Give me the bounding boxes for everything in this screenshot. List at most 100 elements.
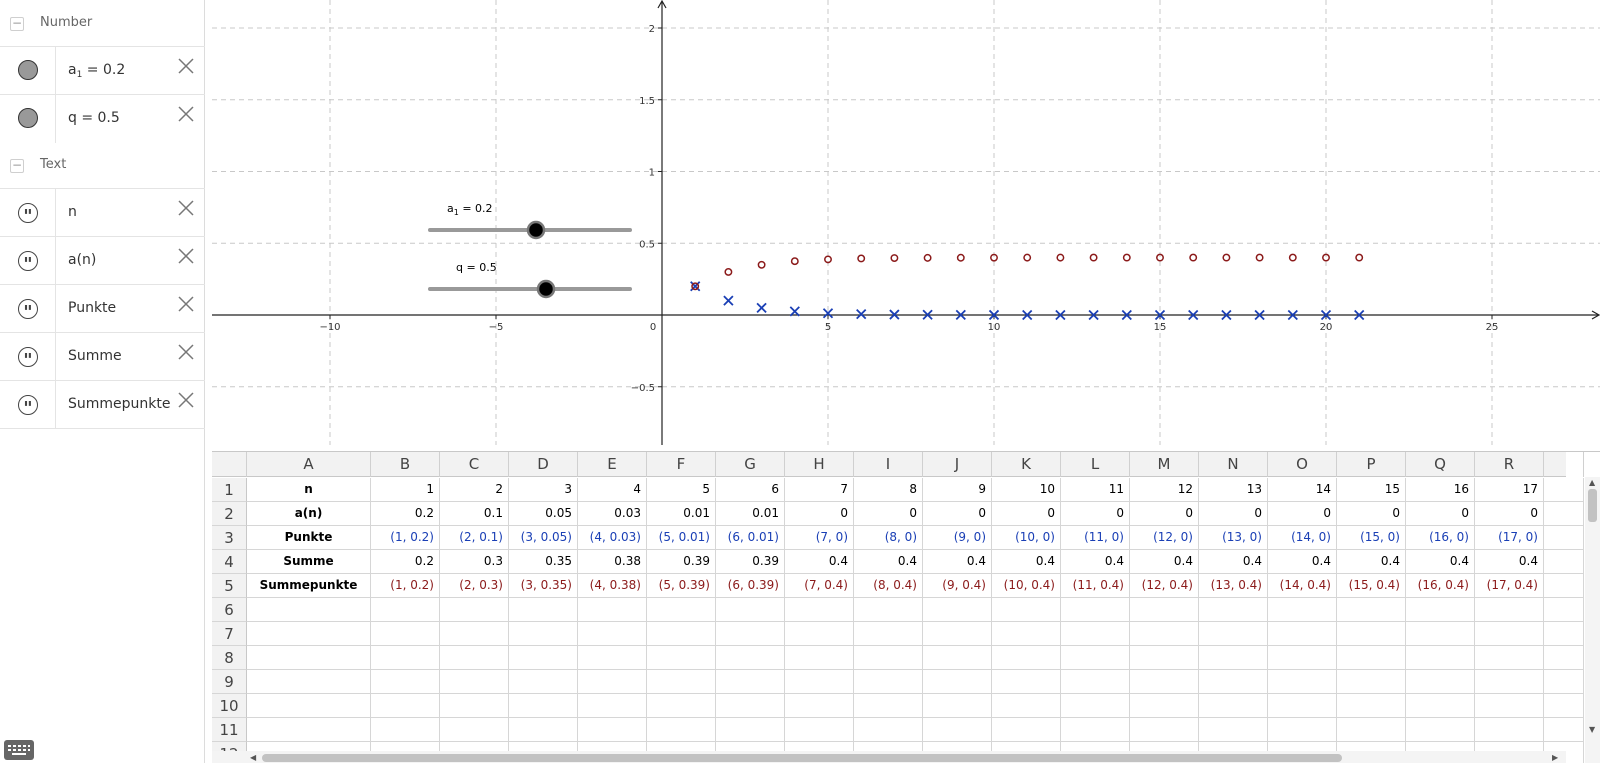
column-header-d[interactable]: D — [509, 452, 578, 477]
cell-p8[interactable] — [1337, 646, 1406, 670]
cell-f10[interactable] — [647, 694, 716, 718]
summepunkte-point[interactable] — [1023, 253, 1032, 262]
cell-q3[interactable]: (16, 0) — [1406, 526, 1475, 550]
cell-p1[interactable]: 15 — [1337, 478, 1406, 502]
cell-q5[interactable]: (16, 0.4) — [1406, 574, 1475, 598]
cell-p5[interactable]: (15, 0.4) — [1337, 574, 1406, 598]
av-item-a[interactable]: a1 = 0.2 — [0, 46, 205, 95]
cell-b3[interactable]: (1, 0.2) — [371, 526, 440, 550]
cell-k2[interactable]: 0 — [992, 502, 1061, 526]
cell-m11[interactable] — [1130, 718, 1199, 742]
column-header-k[interactable]: K — [992, 452, 1061, 477]
cell-e6[interactable] — [578, 598, 647, 622]
cell-b7[interactable] — [371, 622, 440, 646]
row-header-6[interactable]: 6 — [212, 598, 247, 622]
cell-m1[interactable]: 12 — [1130, 478, 1199, 502]
cell-p2[interactable]: 0 — [1337, 502, 1406, 526]
column-header-q[interactable]: Q — [1406, 452, 1475, 477]
cell-i3[interactable]: (8, 0) — [854, 526, 923, 550]
cell-d4[interactable]: 0.35 — [509, 550, 578, 574]
cell-partial[interactable] — [1544, 550, 1584, 574]
cell-n8[interactable] — [1199, 646, 1268, 670]
cell-f11[interactable] — [647, 718, 716, 742]
cell-g2[interactable]: 0.01 — [716, 502, 785, 526]
cell-k7[interactable] — [992, 622, 1061, 646]
summepunkte-point[interactable] — [1189, 253, 1198, 262]
cell-m4[interactable]: 0.4 — [1130, 550, 1199, 574]
summepunkte-point[interactable] — [923, 253, 932, 262]
slider-knob[interactable] — [536, 279, 556, 299]
cell-a7[interactable] — [247, 622, 371, 646]
cell-c7[interactable] — [440, 622, 509, 646]
cell-m8[interactable] — [1130, 646, 1199, 670]
av-item-text[interactable]: q = 0.5 — [68, 110, 120, 126]
cell-e10[interactable] — [578, 694, 647, 718]
cell-f2[interactable]: 0.01 — [647, 502, 716, 526]
cell-q2[interactable]: 0 — [1406, 502, 1475, 526]
cell-o8[interactable] — [1268, 646, 1337, 670]
scroll-up-icon[interactable]: ▲ — [1589, 478, 1595, 487]
row-header-9[interactable]: 9 — [212, 670, 247, 694]
cell-i9[interactable] — [854, 670, 923, 694]
cell-j10[interactable] — [923, 694, 992, 718]
summepunkte-point[interactable] — [790, 257, 799, 266]
cell-j7[interactable] — [923, 622, 992, 646]
vertical-scroll-thumb[interactable] — [1588, 489, 1597, 522]
cell-partial[interactable] — [1544, 718, 1584, 742]
keyboard-icon[interactable] — [4, 740, 34, 760]
cell-q7[interactable] — [1406, 622, 1475, 646]
cell-n4[interactable]: 0.4 — [1199, 550, 1268, 574]
cell-i7[interactable] — [854, 622, 923, 646]
cell-r6[interactable] — [1475, 598, 1544, 622]
cell-partial[interactable] — [1544, 598, 1584, 622]
cell-j3[interactable]: (9, 0) — [923, 526, 992, 550]
cell-l10[interactable] — [1061, 694, 1130, 718]
cell-o1[interactable]: 14 — [1268, 478, 1337, 502]
cell-k6[interactable] — [992, 598, 1061, 622]
cell-o7[interactable] — [1268, 622, 1337, 646]
column-header-h[interactable]: H — [785, 452, 854, 477]
cell-l1[interactable]: 11 — [1061, 478, 1130, 502]
av-item-q[interactable]: q = 0.5 — [0, 94, 205, 143]
column-header-r[interactable]: R — [1475, 452, 1544, 477]
cell-d2[interactable]: 0.05 — [509, 502, 578, 526]
cell-a11[interactable] — [247, 718, 371, 742]
cell-c1[interactable]: 2 — [440, 478, 509, 502]
column-header-b[interactable]: B — [371, 452, 440, 477]
cell-e3[interactable]: (4, 0.03) — [578, 526, 647, 550]
cell-o9[interactable] — [1268, 670, 1337, 694]
cell-l5[interactable]: (11, 0.4) — [1061, 574, 1130, 598]
cell-n3[interactable]: (13, 0) — [1199, 526, 1268, 550]
cell-c9[interactable] — [440, 670, 509, 694]
column-header-p[interactable]: P — [1337, 452, 1406, 477]
cell-c11[interactable] — [440, 718, 509, 742]
cell-m7[interactable] — [1130, 622, 1199, 646]
cell-e9[interactable] — [578, 670, 647, 694]
summepunkte-point[interactable] — [1288, 253, 1297, 262]
summepunkte-point[interactable] — [1255, 253, 1264, 262]
cell-f3[interactable]: (5, 0.01) — [647, 526, 716, 550]
cell-e2[interactable]: 0.03 — [578, 502, 647, 526]
cell-i11[interactable] — [854, 718, 923, 742]
cell-g9[interactable] — [716, 670, 785, 694]
cell-a4[interactable]: Summe — [247, 550, 371, 574]
column-header-l[interactable]: L — [1061, 452, 1130, 477]
row-header-5[interactable]: 5 — [212, 574, 247, 598]
av-item-text[interactable]: a(n) — [68, 252, 96, 268]
cell-e7[interactable] — [578, 622, 647, 646]
cell-h6[interactable] — [785, 598, 854, 622]
cell-g11[interactable] — [716, 718, 785, 742]
cell-a6[interactable] — [247, 598, 371, 622]
cell-d3[interactable]: (3, 0.05) — [509, 526, 578, 550]
cell-j6[interactable] — [923, 598, 992, 622]
column-header-i[interactable]: I — [854, 452, 923, 477]
delete-icon[interactable] — [175, 293, 197, 315]
av-item-text[interactable]: Punkte — [68, 300, 116, 316]
cell-f6[interactable] — [647, 598, 716, 622]
cell-n9[interactable] — [1199, 670, 1268, 694]
cell-c2[interactable]: 0.1 — [440, 502, 509, 526]
cell-partial[interactable] — [1544, 622, 1584, 646]
cell-f1[interactable]: 5 — [647, 478, 716, 502]
cell-j2[interactable]: 0 — [923, 502, 992, 526]
delete-icon[interactable] — [175, 103, 197, 125]
